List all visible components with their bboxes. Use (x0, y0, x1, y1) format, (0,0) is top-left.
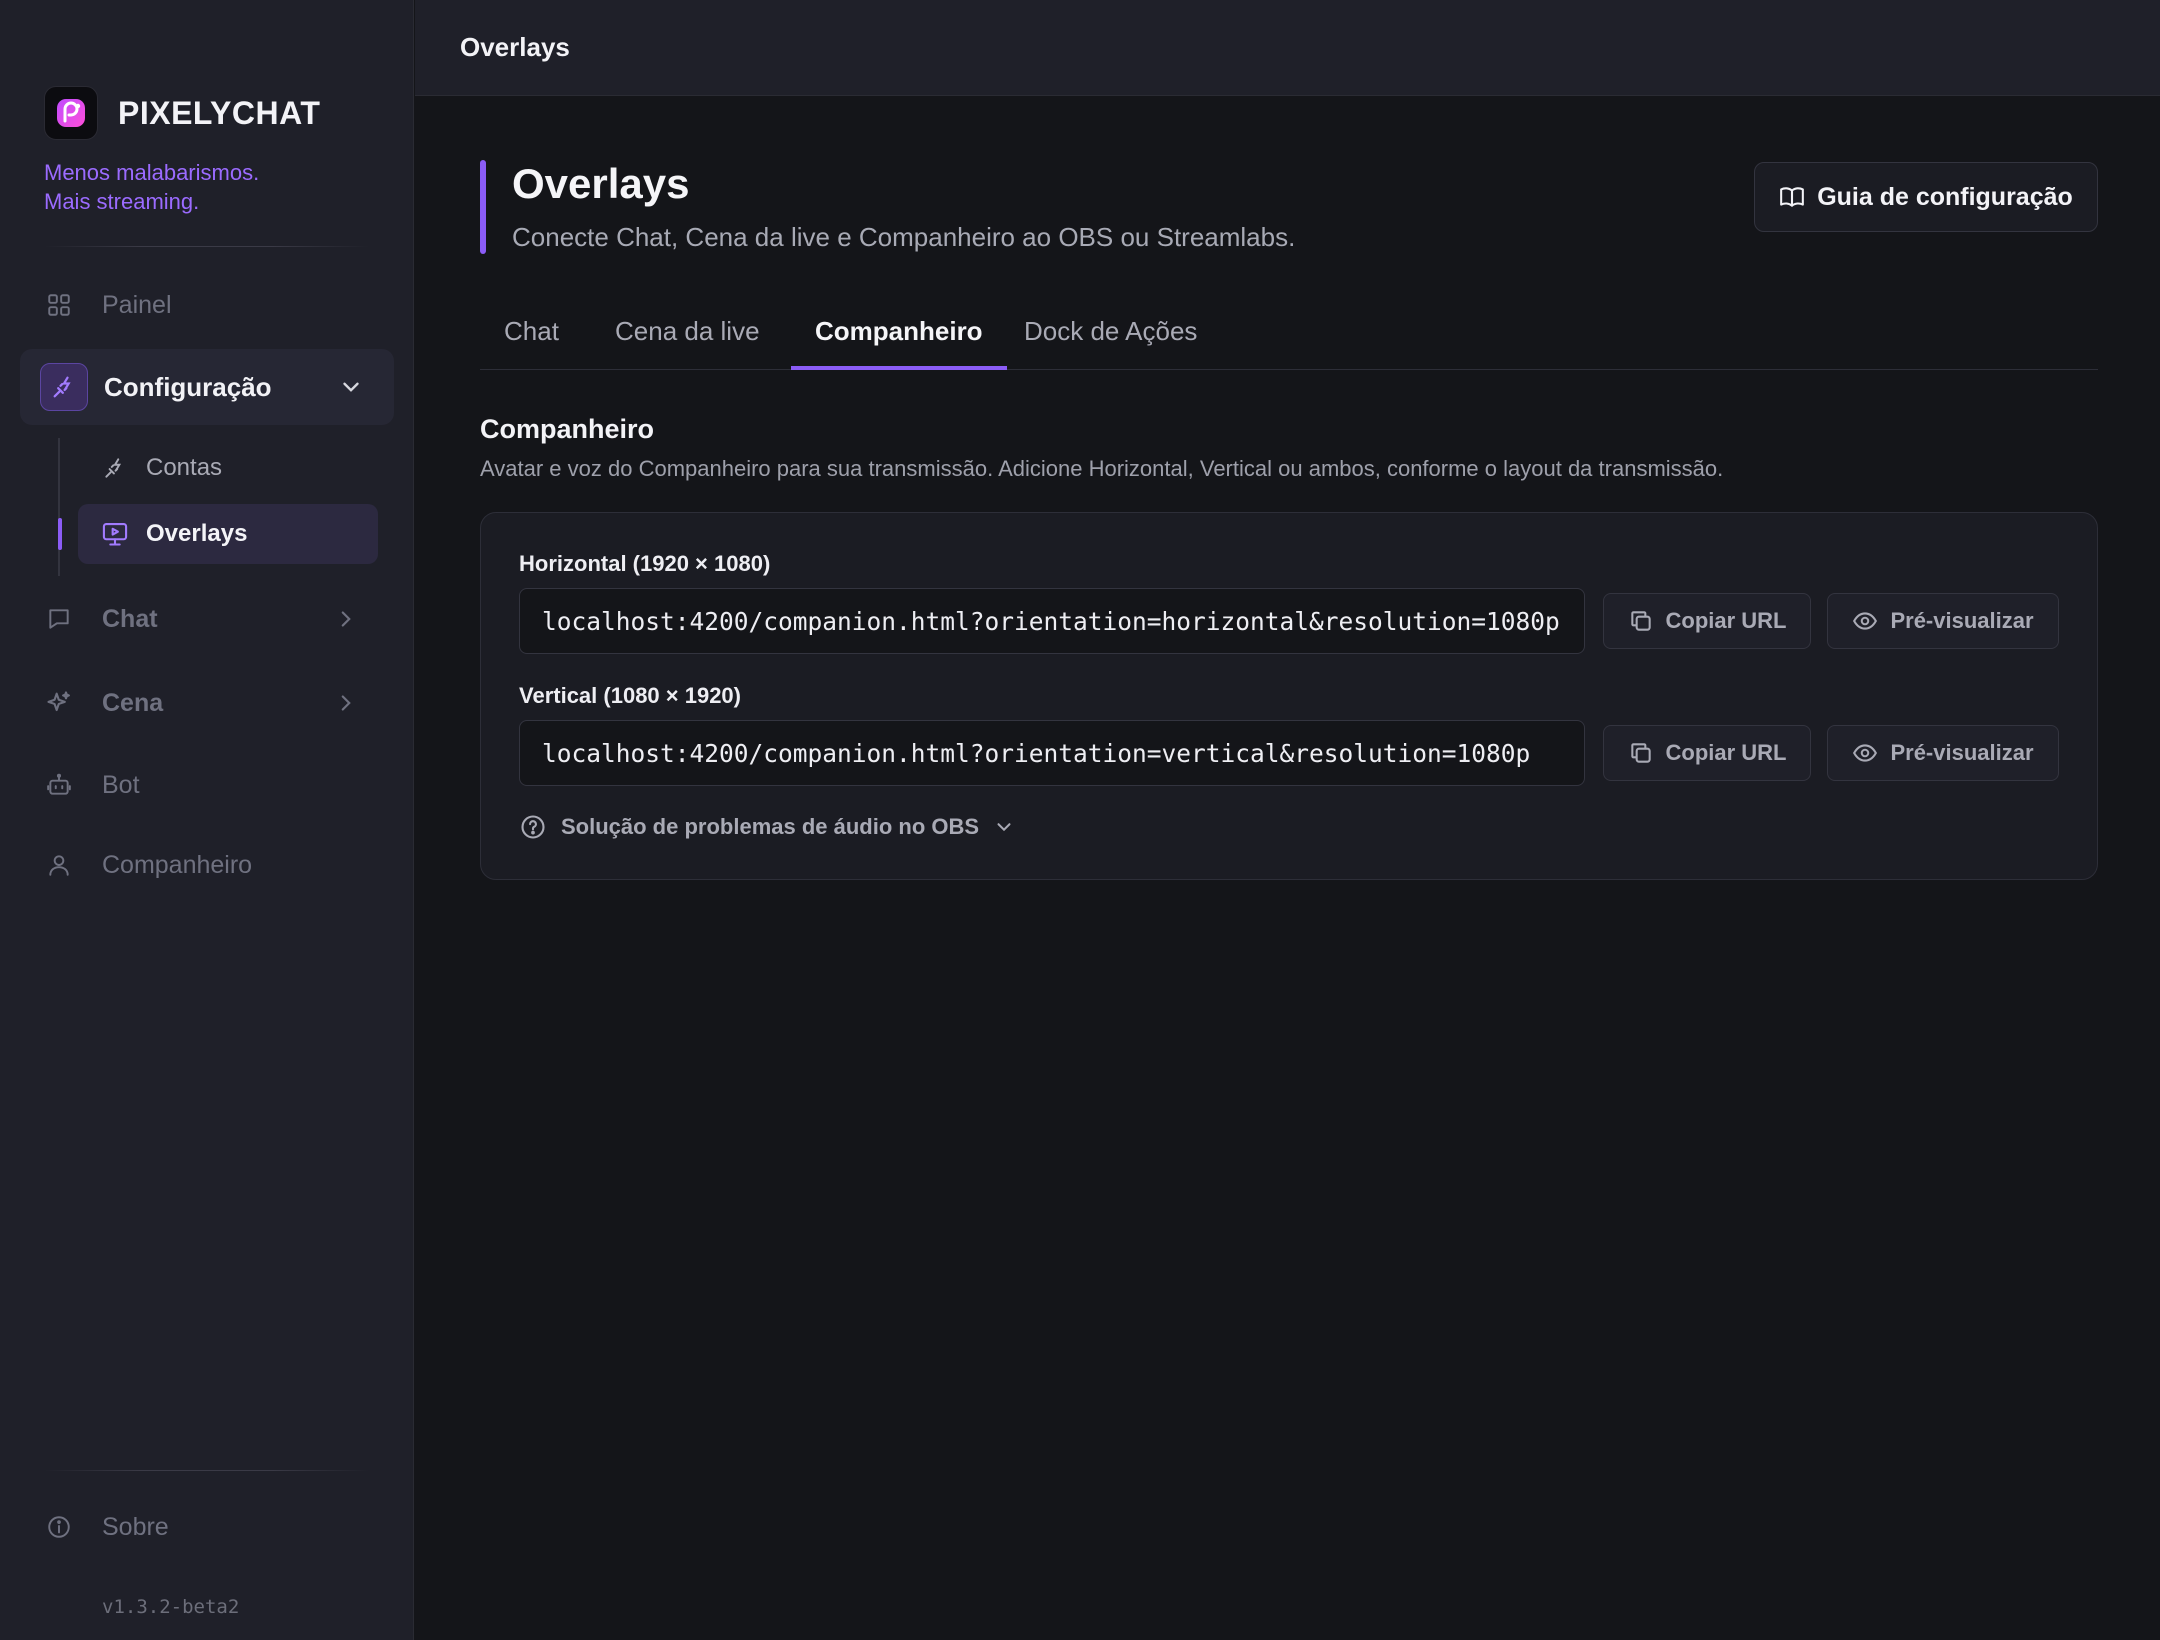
tab-companheiro[interactable]: Companheiro (791, 304, 1007, 370)
tagline-line-2: Mais streaming. (44, 189, 200, 214)
eye-icon (1853, 744, 1878, 762)
audio-troubleshooting-label: Solução de problemas de áudio no OBS (561, 814, 980, 839)
user-icon (44, 850, 74, 880)
plug-icon (40, 363, 88, 411)
sidebar-item-label: Configuração (104, 371, 272, 402)
sidebar-subitem-label: Overlays (146, 520, 248, 547)
sidebar-item-label: Chat (102, 604, 158, 633)
info-icon (44, 1512, 74, 1542)
audio-troubleshooting-toggle[interactable]: Solução de problemas de áudio no OBS (519, 813, 1015, 841)
help-circle-icon (521, 815, 545, 839)
copy-label: Copiar URL (1665, 608, 1787, 633)
sparkles-icon (44, 688, 74, 718)
sidebar-item-cena[interactable]: Cena (44, 677, 389, 729)
app-window: PIXELYCHAT Menos malabarismos. Mais stre… (0, 0, 2160, 1640)
overlay-tabs: Chat Cena da live Companheiro Dock de Aç… (480, 304, 2098, 370)
sidebar-item-label: Sobre (102, 1512, 169, 1541)
setup-guide-label: Guia de configuração (1817, 182, 2073, 211)
eye-icon (1853, 612, 1878, 630)
book-open-icon (1780, 187, 1805, 207)
preview-horizontal-button[interactable]: Pré-visualizar (1827, 593, 2059, 649)
topbar-title: Overlays (460, 32, 570, 62)
brand-name: PIXELYCHAT (118, 94, 321, 131)
topbar: Overlays (415, 0, 2160, 96)
copy-icon (1630, 611, 1651, 631)
vertical-label: Vertical (1080 × 1920) (519, 683, 741, 708)
sidebar-subitem-contas[interactable]: Contas (78, 438, 378, 498)
sidebar-divider-bottom (44, 1470, 369, 1471)
tab-cena-da-live[interactable]: Cena da live (591, 304, 784, 370)
sidebar-item-label: Bot (102, 770, 140, 799)
robot-icon (44, 770, 74, 800)
title-accent-bar (480, 160, 486, 254)
preview-label: Pré-visualizar (1890, 740, 2034, 765)
companion-overlay-card: Horizontal (1920 × 1080) localhost:4200/… (480, 512, 2098, 880)
copy-horizontal-url-button[interactable]: Copiar URL (1603, 593, 1811, 649)
vertical-url-field[interactable]: localhost:4200/companion.html?orientatio… (519, 720, 1585, 786)
copy-vertical-url-button[interactable]: Copiar URL (1603, 725, 1811, 781)
plug-icon (100, 453, 130, 483)
horizontal-label: Horizontal (1920 × 1080) (519, 551, 771, 576)
tab-chat[interactable]: Chat (480, 304, 583, 370)
section-title: Companheiro (480, 414, 655, 444)
main-content: Overlays Conecte Chat, Cena da live e Co… (415, 96, 2160, 1640)
chevron-right-icon (341, 695, 351, 711)
grid-icon (44, 290, 74, 320)
preview-label: Pré-visualizar (1890, 608, 2034, 633)
setup-guide-button[interactable]: Guia de configuração (1754, 162, 2098, 232)
sidebar-item-chat[interactable]: Chat (44, 593, 389, 645)
brand[interactable]: PIXELYCHAT (44, 86, 320, 140)
tagline: Menos malabarismos. Mais streaming. (44, 158, 259, 216)
sidebar-item-painel[interactable]: Painel (44, 279, 389, 331)
tab-dock-de-acoes[interactable]: Dock de Ações (1000, 304, 1221, 370)
chevron-down-icon (343, 382, 359, 392)
sidebar-divider (44, 246, 369, 247)
section-description: Avatar e voz do Companheiro para sua tra… (480, 456, 1724, 481)
sidebar-item-label: Cena (102, 688, 164, 717)
app-version: v1.3.2-beta2 (102, 1596, 240, 1618)
submenu-guide-line (58, 438, 60, 576)
sidebar: PIXELYCHAT Menos malabarismos. Mais stre… (0, 0, 414, 1640)
preview-vertical-button[interactable]: Pré-visualizar (1827, 725, 2059, 781)
copy-label: Copiar URL (1665, 740, 1787, 765)
chevron-right-icon (341, 611, 351, 627)
sidebar-item-configuracao[interactable]: Configuração (20, 349, 394, 425)
active-indicator (58, 518, 62, 550)
sidebar-item-label: Companheiro (102, 850, 253, 879)
chevron-down-icon (997, 823, 1011, 832)
tagline-line-1: Menos malabarismos. (44, 160, 260, 185)
sidebar-item-bot[interactable]: Bot (44, 759, 389, 811)
monitor-play-icon (100, 519, 130, 549)
page-subtitle: Conecte Chat, Cena da live e Companheiro… (512, 222, 1296, 252)
horizontal-url-field[interactable]: localhost:4200/companion.html?orientatio… (519, 588, 1585, 654)
page-title: Overlays (512, 160, 690, 207)
sidebar-item-companheiro[interactable]: Companheiro (44, 839, 389, 891)
sidebar-subitem-overlays[interactable]: Overlays (78, 504, 378, 564)
copy-icon (1630, 743, 1651, 763)
pixelychat-logo-icon (44, 86, 98, 140)
sidebar-subitem-label: Contas (146, 454, 223, 481)
sidebar-item-sobre[interactable]: Sobre (44, 1501, 389, 1553)
sidebar-item-label: Painel (102, 290, 172, 319)
chat-bubble-icon (44, 604, 74, 634)
